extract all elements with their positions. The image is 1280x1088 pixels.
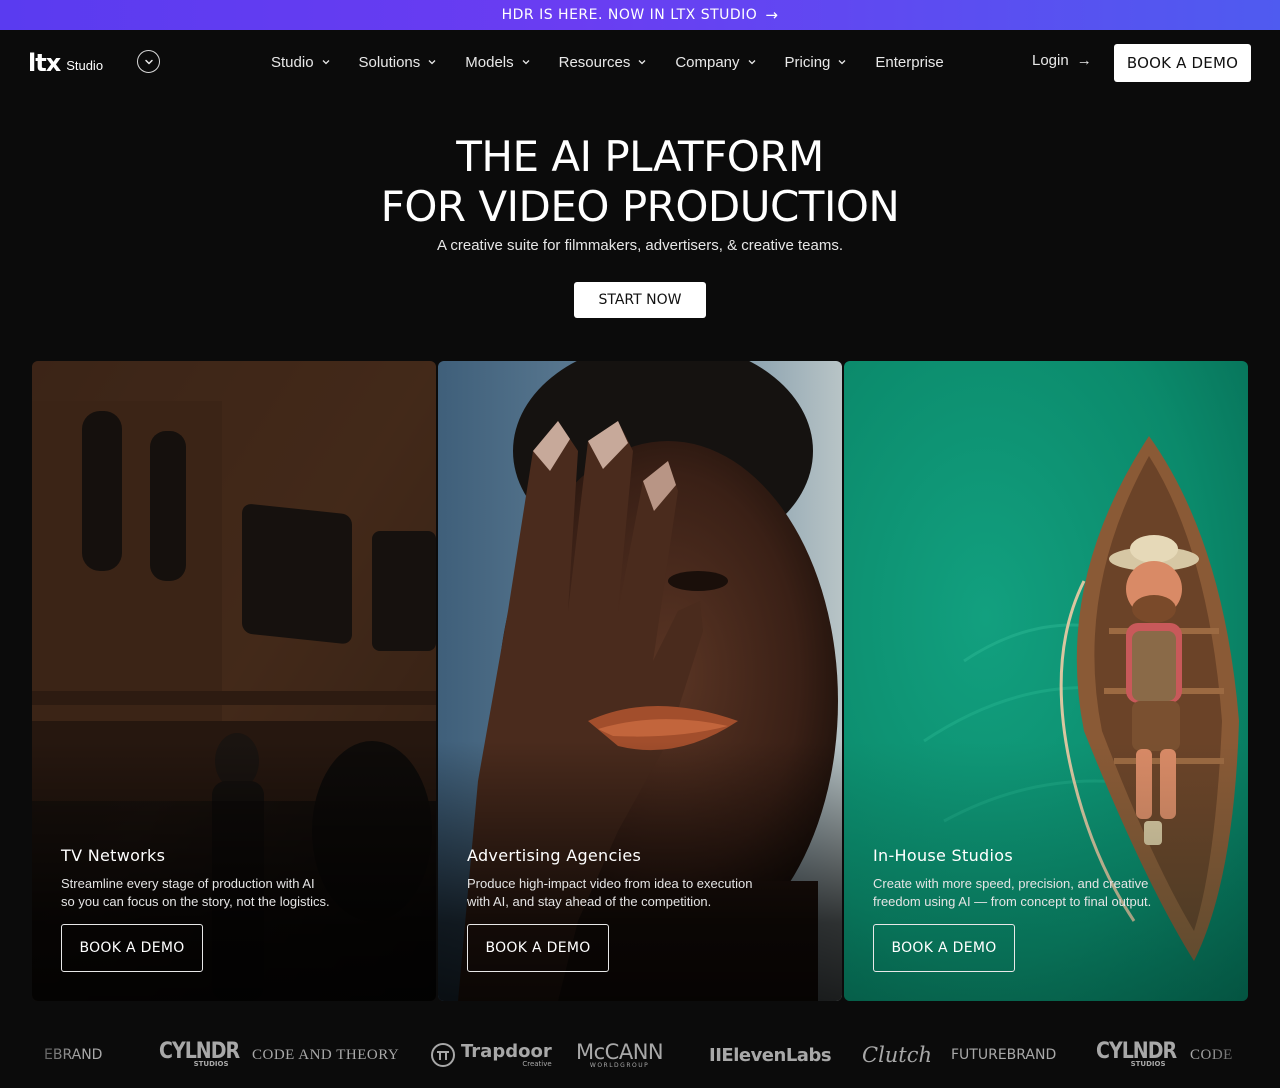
announcement-text: HDR IS HERE. NOW IN LTX STUDIO <box>501 7 758 23</box>
card-desc-line2: so you can focus on the story, not the l… <box>61 894 330 909</box>
main-menu: Studio Solutions Models Resources Compan… <box>271 52 944 72</box>
card-desc-line1: Streamline every stage of production wit… <box>61 876 315 891</box>
card-description: Streamline every stage of production wit… <box>61 875 361 911</box>
logos-fade-left <box>0 1030 80 1080</box>
arrow-right-icon: → <box>1076 52 1092 69</box>
hero-title: THE AI PLATFORM FOR VIDEO PRODUCTION <box>0 132 1280 232</box>
logo-cylndr: CYLNDR STUDIOS <box>159 1038 240 1068</box>
chevron-down-icon <box>144 59 153 64</box>
logo-sub: Studio <box>66 58 104 73</box>
card-desc-line2: with AI, and stay ahead of the competiti… <box>467 894 712 909</box>
login-link[interactable]: Login → <box>1032 52 1092 69</box>
nav-label: Enterprise <box>875 53 944 71</box>
client-logos-strip: EBRAND CYLNDR STUDIOS CODE AND THEORY Tr… <box>0 1030 1280 1080</box>
hero-subtitle: A creative suite for filmmakers, adverti… <box>437 237 843 254</box>
card-title: TV Networks <box>61 846 166 865</box>
logo-mccann: McCANN WORLDGROUP <box>576 1039 664 1069</box>
card-title: Advertising Agencies <box>467 846 642 865</box>
card-desc-line1: Create with more speed, precision, and c… <box>873 876 1149 891</box>
nav-label: Models <box>465 53 514 71</box>
announcement-bar[interactable]: HDR IS HERE. NOW IN LTX STUDIO → <box>0 0 1280 30</box>
nav-label: Resources <box>558 53 631 71</box>
chevron-down-icon <box>748 60 755 65</box>
hero-title-line2: FOR VIDEO PRODUCTION <box>380 182 900 231</box>
logos-fade-right <box>1200 1030 1280 1080</box>
product-switcher-button[interactable] <box>137 50 160 73</box>
card-book-demo-button[interactable]: BOOK A DEMO <box>873 924 1015 972</box>
ltx-studio-logo[interactable]: LTX Studio <box>28 49 104 77</box>
nav-item-resources[interactable]: Resources <box>559 52 647 72</box>
card-desc-line1: Produce high-impact video from idea to e… <box>467 876 753 891</box>
nav-label: Company <box>675 53 740 71</box>
login-label: Login <box>1032 52 1069 69</box>
logo-clutch: Clutch <box>862 1043 933 1067</box>
nav-label: Solutions <box>358 53 421 71</box>
logo-elevenlabs: IIElevenLabs <box>709 1044 832 1066</box>
card-description: Create with more speed, precision, and c… <box>873 875 1168 911</box>
trapdoor-icon <box>431 1043 455 1067</box>
hero-title-line1: THE AI PLATFORM <box>456 132 824 181</box>
chevron-down-icon <box>638 60 646 65</box>
nav-item-models[interactable]: Models <box>465 52 530 72</box>
chevron-down-icon <box>428 60 436 65</box>
card-in-house-studios[interactable]: In-House Studios Create with more speed,… <box>844 361 1248 1001</box>
nav-item-company[interactable]: Company <box>675 52 755 72</box>
nav-item-studio[interactable]: Studio <box>271 52 330 72</box>
start-now-button[interactable]: START NOW <box>574 282 706 318</box>
chevron-down-icon <box>838 60 846 65</box>
book-demo-button[interactable]: BOOK A DEMO <box>1114 44 1251 82</box>
arrow-right-icon: → <box>765 6 779 24</box>
logo-code-and-theory: CODE AND THEORY <box>252 1046 400 1063</box>
chevron-down-icon <box>322 60 330 65</box>
card-title: In-House Studios <box>873 846 1013 865</box>
card-book-demo-button[interactable]: BOOK A DEMO <box>467 924 609 972</box>
logo-mark: LTX <box>28 49 61 77</box>
card-tv-networks[interactable]: TV Networks Streamline every stage of pr… <box>32 361 436 1001</box>
nav-item-enterprise[interactable]: Enterprise <box>875 52 943 72</box>
nav-item-pricing[interactable]: Pricing <box>785 52 847 72</box>
card-desc-line2: freedom using AI — from concept to final… <box>873 894 1152 909</box>
card-book-demo-button[interactable]: BOOK A DEMO <box>61 924 203 972</box>
top-nav: LTX Studio Studio Solutions Models Resou… <box>0 30 1280 94</box>
logo-cylndr-2: CYLNDR STUDIOS <box>1096 1038 1177 1068</box>
card-advertising-agencies[interactable]: Advertising Agencies Produce high-impact… <box>438 361 842 1001</box>
card-description: Produce high-impact video from idea to e… <box>467 875 767 911</box>
logo-futurebrand: FUTUREBRAND <box>951 1047 1057 1063</box>
chevron-down-icon <box>522 60 530 65</box>
logo-trapdoor: Trapdoor Creative <box>430 1030 552 1080</box>
nav-label: Pricing <box>784 53 831 71</box>
nav-item-solutions[interactable]: Solutions <box>359 52 437 72</box>
nav-label: Studio <box>271 53 314 71</box>
